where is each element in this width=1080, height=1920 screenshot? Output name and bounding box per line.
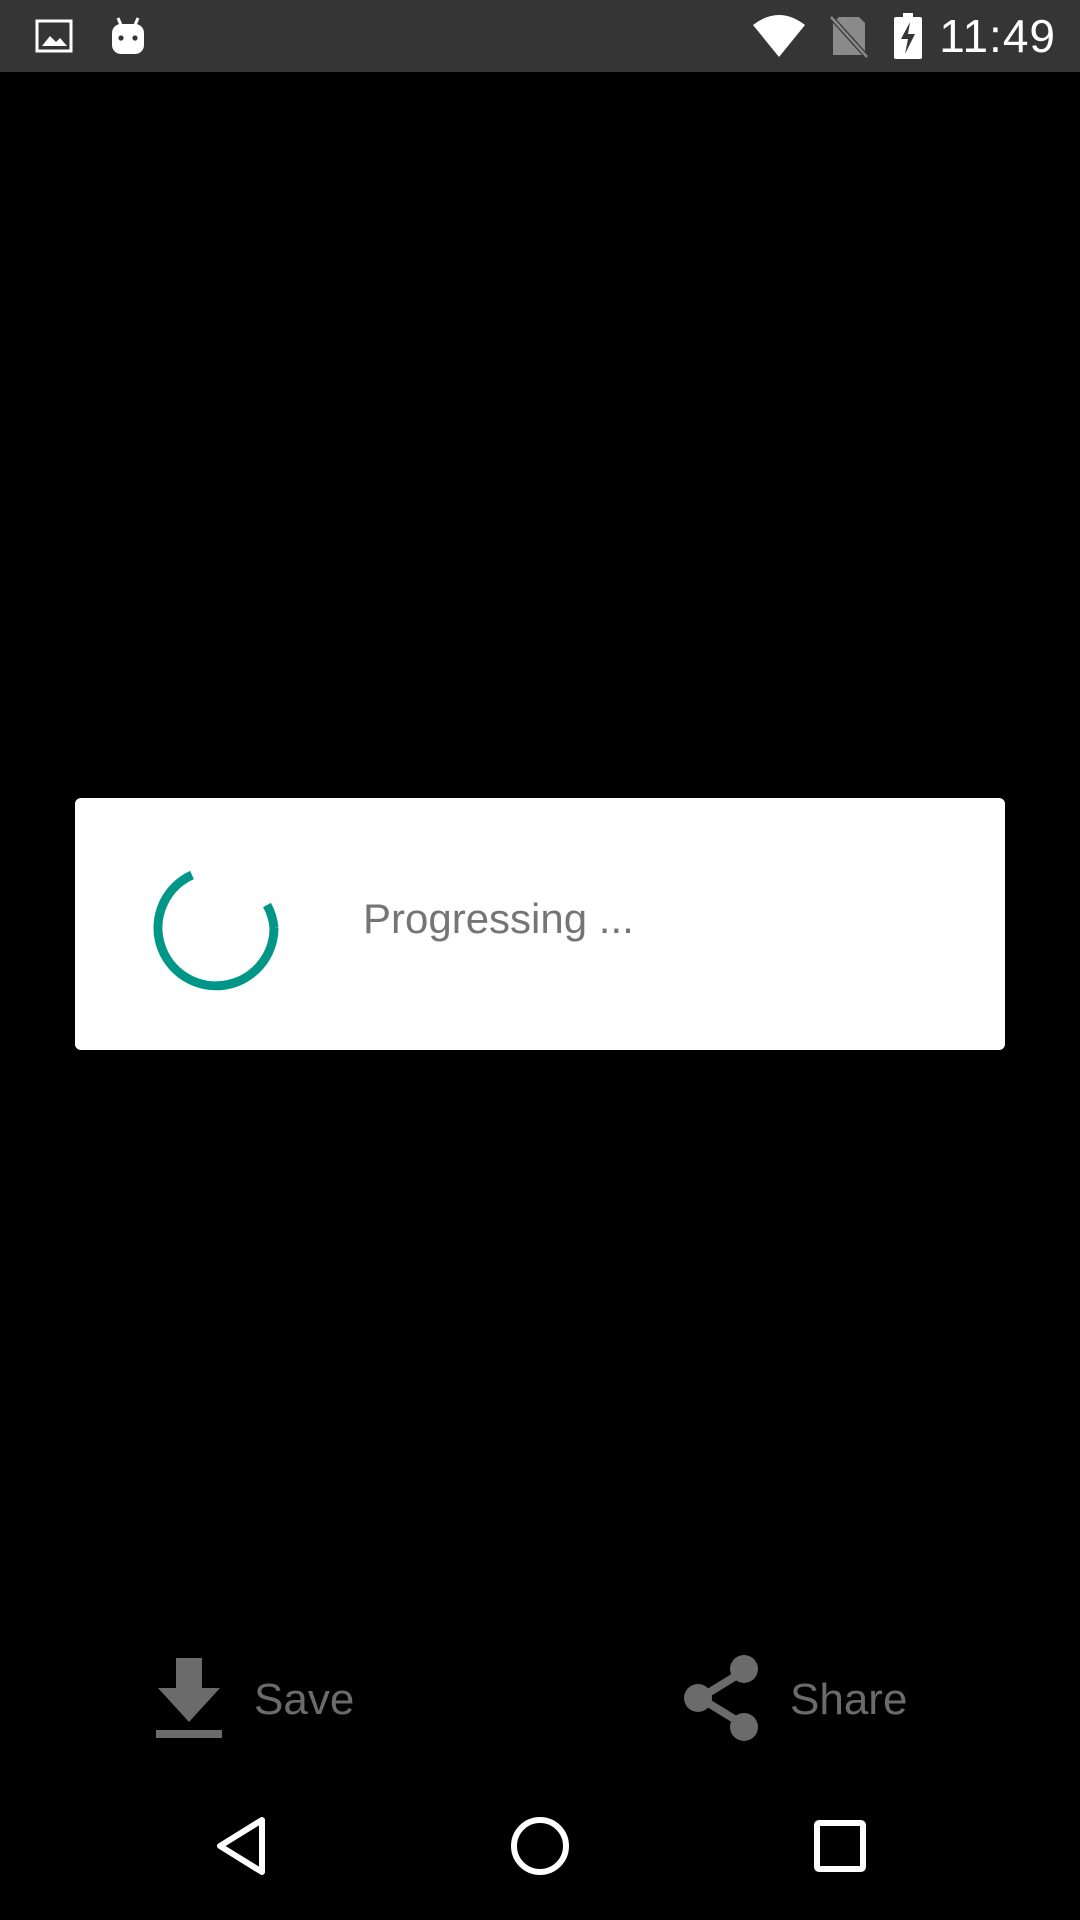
android-icon (106, 14, 150, 58)
status-left-icons (34, 0, 150, 72)
wifi-icon (751, 13, 807, 59)
home-circle-icon (508, 1814, 572, 1883)
download-icon (154, 1656, 224, 1745)
recents-button[interactable] (780, 1776, 900, 1920)
navigation-bar (0, 1776, 1080, 1920)
back-button[interactable] (182, 1776, 302, 1920)
status-bar: 11:49 (0, 0, 1080, 72)
dialog-message: Progressing ... (363, 895, 634, 942)
save-label: Save (254, 1675, 355, 1724)
battery-charging-icon (893, 12, 923, 60)
home-button[interactable] (480, 1776, 600, 1920)
share-button[interactable]: Share (682, 1650, 907, 1750)
no-sim-icon (827, 13, 871, 59)
progress-spinner-icon (150, 862, 282, 994)
status-time: 11:49 (939, 10, 1056, 62)
recents-square-icon (812, 1818, 868, 1879)
save-button[interactable]: Save (154, 1650, 354, 1750)
status-right-icons: 11:49 (751, 0, 1056, 72)
share-label: Share (790, 1675, 908, 1724)
share-icon (682, 1653, 762, 1748)
screen: 11:49 Progressing ... Save Share (0, 0, 1080, 1920)
image-icon (34, 16, 74, 56)
back-triangle-icon (212, 1814, 272, 1883)
